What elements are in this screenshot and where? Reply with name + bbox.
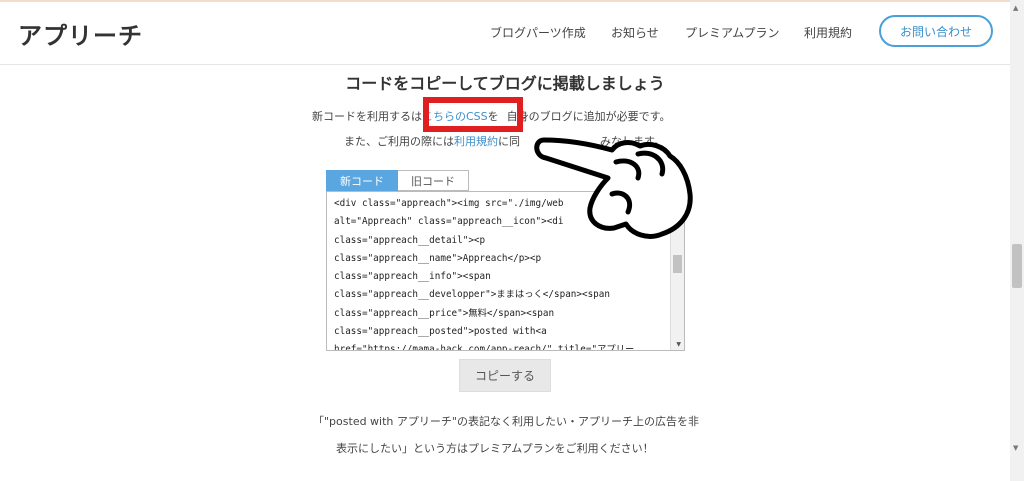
copy-button[interactable]: コピーする xyxy=(459,359,551,392)
pointing-hand-icon xyxy=(534,137,693,239)
page-scrollbar[interactable] xyxy=(1010,0,1024,481)
code-scroll-down-icon[interactable]: ▼ xyxy=(676,341,681,348)
code-line: class="appreach__developper">ままはっく</span… xyxy=(334,289,610,301)
nav-blog-parts[interactable]: ブログパーツ作成 xyxy=(490,24,586,41)
scroll-down-icon[interactable]: ▼ xyxy=(1013,444,1018,452)
site-logo[interactable]: アプリーチ xyxy=(18,16,143,51)
highlight-box xyxy=(423,97,523,132)
css-instruction-particle: は xyxy=(411,110,422,123)
code-line: href="https://mama-hack.com/app-reach/" … xyxy=(334,344,635,351)
terms-notice-text: また、ご利用の際には xyxy=(344,135,454,148)
tab-old-code[interactable]: 旧コード xyxy=(398,170,469,191)
site-header: アプリーチ ブログパーツ作成 お知らせ プレミアムプラン 利用規約 お問い合わせ xyxy=(0,2,1010,65)
code-line: class="appreach__name">Appreach</p><p xyxy=(334,252,542,264)
scroll-up-icon[interactable]: ▲ xyxy=(1013,4,1018,12)
terms-notice-mid: に同 xyxy=(498,135,520,148)
code-line: class="appreach__posted">posted with<a xyxy=(334,326,547,338)
terms-link[interactable]: 利用規約 xyxy=(454,135,498,148)
page-scroll-thumb[interactable] xyxy=(1012,244,1022,288)
code-scroll-thumb[interactable] xyxy=(673,255,682,273)
premium-note-line2: 表示にしたい」という方はプレミアムプランをご利用ください！ xyxy=(336,442,654,455)
nav-premium-plan[interactable]: プレミアムプラン xyxy=(685,24,779,41)
css-instruction-text: 新コードを利用する xyxy=(312,110,411,123)
tab-new-code[interactable]: 新コード xyxy=(326,170,398,191)
code-line: class="appreach__info"><span xyxy=(334,271,491,283)
premium-note-line1: 「"posted with アプリーチ"の表記なく利用したい・アプリーチ上の広告… xyxy=(313,415,699,428)
code-line: class="appreach__price">無料</span><span xyxy=(334,307,555,319)
nav-terms[interactable]: 利用規約 xyxy=(804,24,852,41)
nav-news[interactable]: お知らせ xyxy=(611,24,659,41)
section-title: コードをコピーしてブログに掲載しましょう xyxy=(345,74,665,93)
contact-button[interactable]: お問い合わせ xyxy=(879,15,993,47)
